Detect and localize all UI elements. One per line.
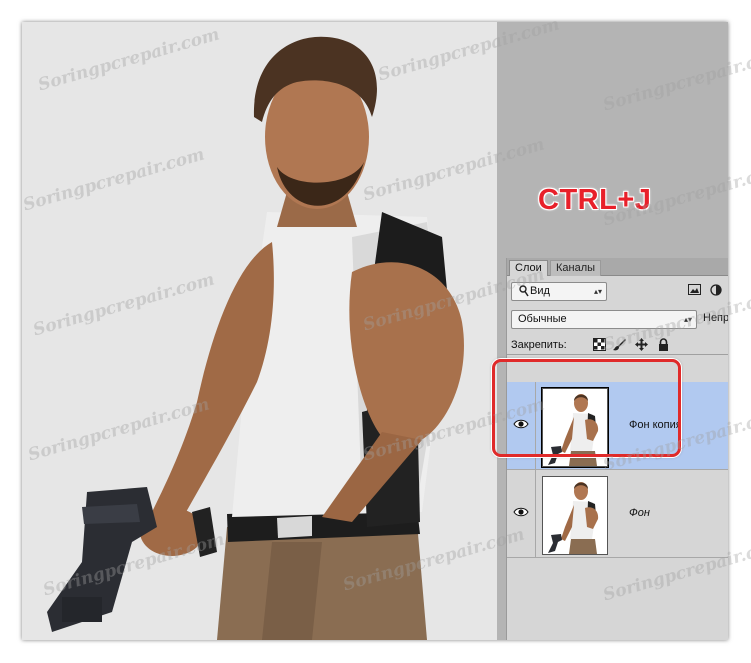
lock-position-icon[interactable] bbox=[635, 338, 648, 351]
lock-all-icon[interactable] bbox=[657, 338, 670, 351]
screenshot-frame: CTRL+J Слои Каналы Вид ▴▾ T bbox=[22, 22, 728, 640]
layer-filter-row: Вид ▴▾ T bbox=[507, 282, 728, 306]
opacity-label: Непро bbox=[703, 312, 728, 324]
layer-filter-value: Вид bbox=[530, 285, 550, 297]
lock-image-pixels-icon[interactable] bbox=[613, 338, 626, 351]
document-canvas[interactable] bbox=[22, 22, 497, 640]
blend-mode-value: Обычные bbox=[518, 313, 567, 325]
visibility-column bbox=[507, 470, 536, 557]
layer-row-background[interactable]: Фон bbox=[507, 470, 728, 558]
tab-layers[interactable]: Слои bbox=[509, 260, 548, 276]
lock-row: Закрепить: bbox=[507, 336, 728, 355]
layer-name: Фон копия bbox=[629, 419, 682, 431]
lock-label: Закрепить: bbox=[511, 339, 567, 351]
panel-tab-bar: Слои Каналы bbox=[507, 258, 728, 276]
blend-mode-select[interactable]: Обычные ▴▾ bbox=[511, 310, 697, 329]
layer-thumbnail bbox=[542, 476, 608, 555]
tab-channels[interactable]: Каналы bbox=[550, 260, 602, 276]
layer-row-background-copy[interactable]: Фон копия bbox=[507, 382, 728, 470]
search-icon bbox=[519, 285, 529, 297]
photo-man-with-gun bbox=[47, 36, 464, 640]
visibility-column bbox=[507, 382, 536, 469]
layer-name: Фон bbox=[629, 507, 650, 519]
blend-mode-row: Обычные ▴▾ Непро bbox=[507, 310, 728, 332]
shortcut-caption: CTRL+J bbox=[538, 184, 652, 216]
layer-filter-select[interactable]: Вид ▴▾ bbox=[511, 282, 607, 301]
updown-arrows-icon: ▴▾ bbox=[683, 315, 692, 324]
updown-arrows-icon: ▴▾ bbox=[593, 287, 602, 296]
image-filter-icon[interactable] bbox=[687, 284, 701, 298]
eye-icon[interactable] bbox=[513, 418, 529, 430]
layer-thumbnail bbox=[541, 387, 609, 468]
eye-icon[interactable] bbox=[513, 506, 529, 518]
layers-panel: Слои Каналы Вид ▴▾ T Обычные bbox=[506, 258, 728, 640]
adjustment-filter-icon[interactable] bbox=[709, 284, 723, 298]
lock-transparent-pixels-icon[interactable] bbox=[593, 338, 606, 351]
